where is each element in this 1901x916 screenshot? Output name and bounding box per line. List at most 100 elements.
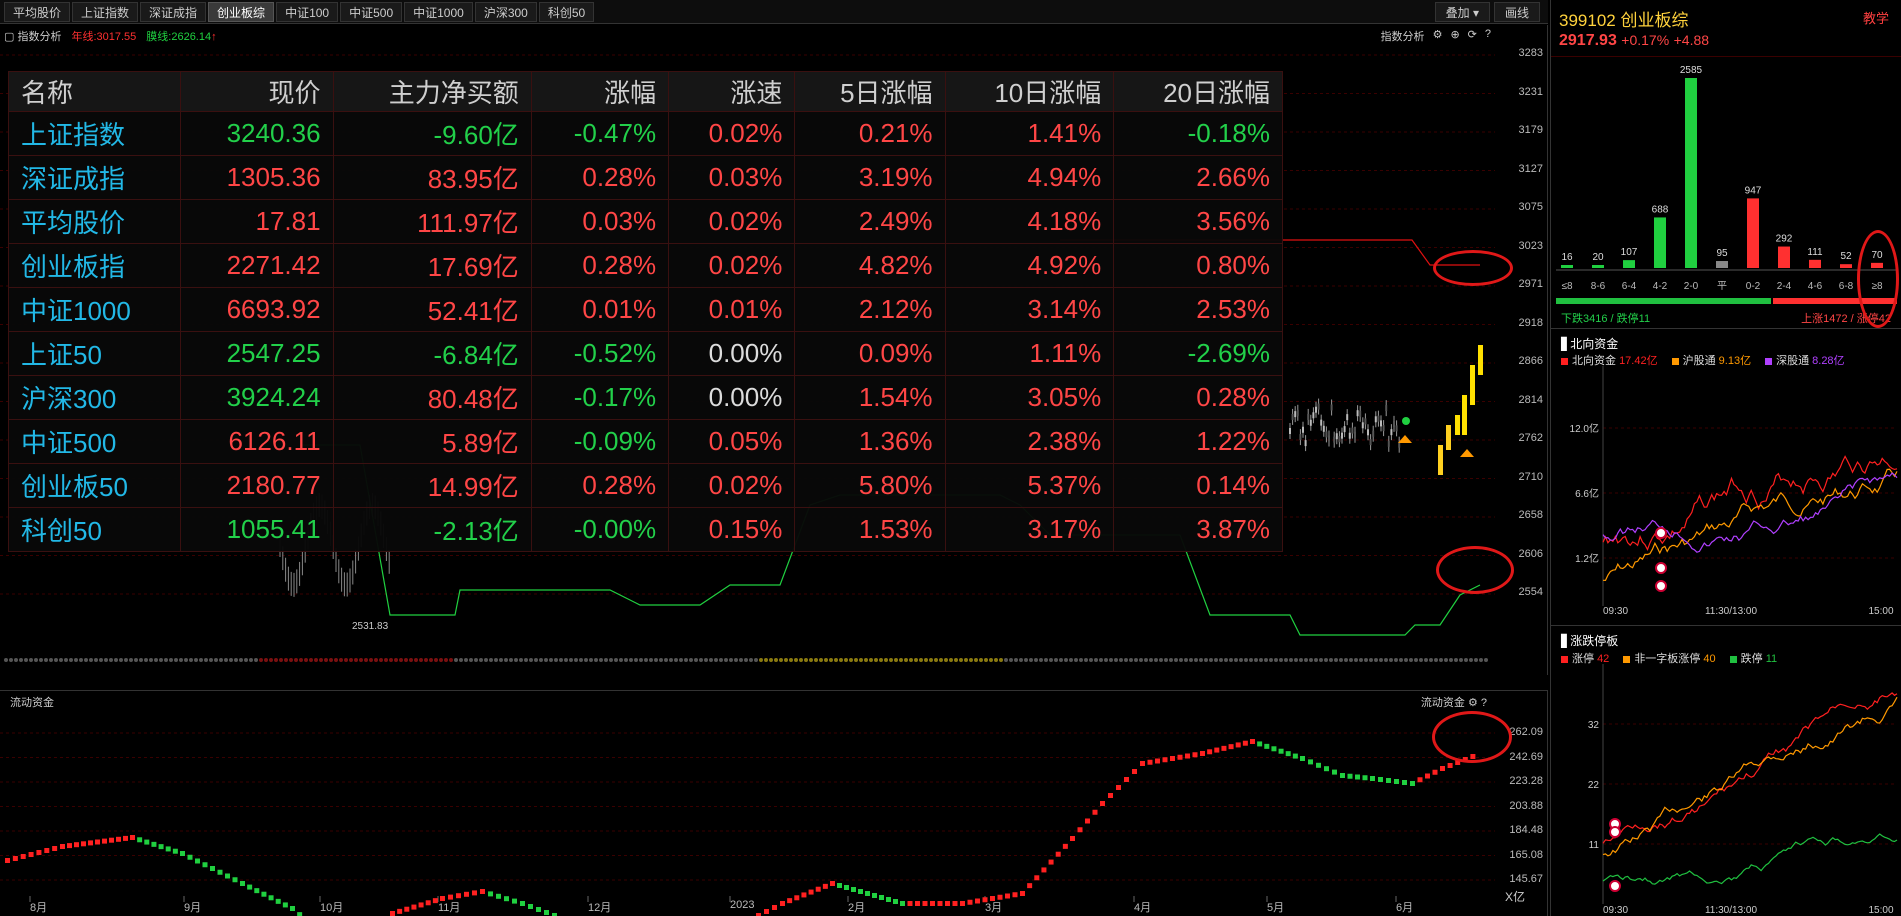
signal-dot	[1402, 417, 1410, 425]
teach-link[interactable]: 教学	[1863, 8, 1889, 27]
tab-8[interactable]: 科创50	[538, 1, 595, 22]
north-time-label: 11:30/13:00	[1705, 606, 1758, 616]
table-row[interactable]: 中证1000 6693.92 52.41亿 0.01% 0.01% 2.12% 3.14% 2…	[7, 287, 1283, 332]
column-header[interactable]: 涨速	[668, 71, 796, 112]
draw-line-button[interactable]: 画线	[1493, 2, 1540, 22]
tab-2[interactable]: 深证成指	[140, 1, 207, 22]
tab-4[interactable]: 中证100	[276, 1, 339, 22]
signal-strip-dot	[1369, 658, 1373, 662]
month-label: 4月	[1134, 902, 1152, 914]
candle-body	[1385, 405, 1388, 412]
column-header[interactable]: 20日涨幅	[1113, 71, 1283, 112]
signal-strip-dot	[869, 658, 873, 662]
table-row[interactable]: 创业板指 2271.42 17.69亿 0.28% 0.02% 4.82% 4.92% 0.8…	[7, 243, 1283, 288]
value-cell: -0.18%	[1113, 111, 1283, 156]
signal-strip-dot	[339, 658, 343, 662]
signal-strip-dot	[1219, 658, 1223, 662]
limit-board-chart: 32 22 11 09:30 11:30/13:00 15:00	[1588, 664, 1898, 916]
liquidity-dot	[851, 887, 856, 892]
column-header[interactable]: 5日涨幅	[794, 71, 946, 112]
liquidity-dot	[1185, 753, 1190, 759]
signal-strip-dot	[1039, 658, 1043, 662]
signal-strip-dot	[459, 658, 463, 662]
month-label: 5月	[1267, 902, 1285, 914]
tab-1[interactable]: 上证指数	[72, 1, 139, 22]
candle-body	[1328, 435, 1330, 442]
value-cell: 0.03%	[668, 155, 796, 200]
column-header[interactable]: 10日涨幅	[944, 71, 1115, 112]
signal-strip-dot	[1264, 658, 1268, 662]
liquidity-dot	[1264, 743, 1270, 749]
liquidity-dot	[1108, 793, 1113, 798]
value-cell: -9.60亿	[332, 111, 532, 156]
candle-body	[1315, 406, 1317, 413]
candle-body	[1304, 440, 1307, 447]
north-funds-title-text: 北向资金	[1570, 337, 1619, 351]
column-header[interactable]: 名称	[7, 71, 182, 112]
signal-strip-dot	[1229, 658, 1233, 662]
table-row[interactable]: 平均股价 17.81 111.97亿 0.03% 0.02% 2.49% 4.18% 3.56…	[7, 199, 1283, 244]
signal-strip-dot	[549, 658, 553, 662]
signal-strip-dot	[1319, 658, 1323, 662]
tab-5[interactable]: 中证500	[340, 1, 403, 22]
signal-strip-dot	[159, 658, 163, 662]
table-row[interactable]: 科创50 1055.41 -2.13亿 -0.00% 0.15% 1.53% 3.17% 3.…	[7, 507, 1283, 552]
signal-strip-dot	[719, 658, 723, 662]
overlay-button[interactable]: 叠加 ▾	[1434, 2, 1490, 22]
signal-strip-dot	[1179, 658, 1183, 662]
liquidity-dot	[1285, 751, 1291, 757]
table-row[interactable]: 沪深300 3924.24 80.48亿 -0.17% 0.00% 1.54% 3.05% 0…	[7, 375, 1283, 420]
table-row[interactable]: 中证500 6126.11 5.89亿 -0.09% 0.05% 1.36% 2.38% 1.…	[7, 419, 1283, 464]
tab-0[interactable]: 平均股价	[4, 1, 71, 22]
liquidity-tick: 184.48	[1509, 824, 1543, 836]
table-row[interactable]: 上证50 2547.25 -6.84亿 -0.52% 0.00% 0.09% 1.11% -2…	[7, 331, 1283, 376]
index-name-cell: 创业板指	[7, 243, 182, 288]
liquidity-dot	[60, 844, 65, 849]
signal-strip-dot	[1309, 658, 1313, 662]
signal-strip-dot	[484, 658, 488, 662]
signal-strip-dot	[1214, 658, 1218, 662]
candle-body	[1395, 425, 1398, 432]
signal-strip-dot	[404, 658, 408, 662]
liquidity-dot	[1177, 754, 1183, 760]
signal-strip-dot	[279, 658, 283, 662]
signal-strip-dot	[1069, 658, 1073, 662]
limit-time-label: 11:30/13:00	[1705, 905, 1758, 916]
month-label: 2月	[848, 902, 866, 914]
signal-strip-dot	[1209, 658, 1213, 662]
table-row[interactable]: 深证成指 1305.36 83.95亿 0.28% 0.03% 3.19% 4.94% 2.6…	[7, 155, 1283, 200]
liquidity-dot	[232, 877, 238, 883]
tabbar-actions: 叠加 ▾ 画线	[1434, 2, 1540, 22]
index-name-cell: 上证50	[7, 331, 182, 376]
index-quote-table: 名称 现价 主力净买额 涨幅 涨速 5日涨幅 10日涨幅 20日涨幅 上证指数 3240.36-…	[7, 71, 1283, 552]
liquidity-panel[interactable]: 流动资金 流动资金 ⚙ ? 262.09 242.69 223.28 203.88 18…	[0, 690, 1548, 916]
liquidity-dot	[1386, 778, 1391, 783]
index-title: 399102 创业板综	[1559, 11, 1689, 30]
column-header[interactable]: 主力净买额	[332, 71, 532, 112]
candle-yellow	[1478, 345, 1483, 375]
signal-strip-dot	[444, 658, 448, 662]
signal-strip-dot	[1034, 658, 1038, 662]
liquidity-tick: 223.28	[1509, 775, 1543, 787]
quote-table-body: 上证指数 3240.36 -9.60亿 -0.47% 0.02% 0.21% 1.41% -0…	[7, 111, 1283, 552]
price-tick: 2606	[1518, 547, 1543, 560]
value-cell: 3.17%	[944, 507, 1115, 552]
signal-strip-dot	[379, 658, 383, 662]
column-header[interactable]: 涨幅	[530, 71, 670, 112]
table-row[interactable]: 上证指数 3240.36 -9.60亿 -0.47% 0.02% 0.21% 1.41% -0…	[7, 111, 1283, 156]
tab-7[interactable]: 沪深300	[474, 1, 537, 22]
main-kline-panel[interactable]: ▢ 指数分析 年线:3017.55 膜线:2626.14↑ 指数分析 ⚙ ⊕ ⟳…	[0, 25, 1548, 675]
liquidity-dot	[1394, 779, 1399, 784]
signal-strip-dot	[649, 658, 653, 662]
tab-3[interactable]: 创业板综	[208, 1, 275, 22]
column-header[interactable]: 现价	[180, 71, 334, 112]
signal-strip-dot	[519, 658, 523, 662]
signal-strip-dot	[1154, 658, 1158, 662]
signal-strip-dot	[984, 658, 988, 662]
liquidity-dot	[1228, 744, 1234, 750]
signal-strip-dot	[224, 658, 228, 662]
liquidity-dot	[137, 837, 143, 843]
table-row[interactable]: 创业板50 2180.77 14.99亿 0.28% 0.02% 5.80% 5.37% 0.…	[7, 463, 1283, 508]
signal-strip-dot	[1329, 658, 1333, 662]
tab-6[interactable]: 中证1000	[404, 1, 473, 22]
